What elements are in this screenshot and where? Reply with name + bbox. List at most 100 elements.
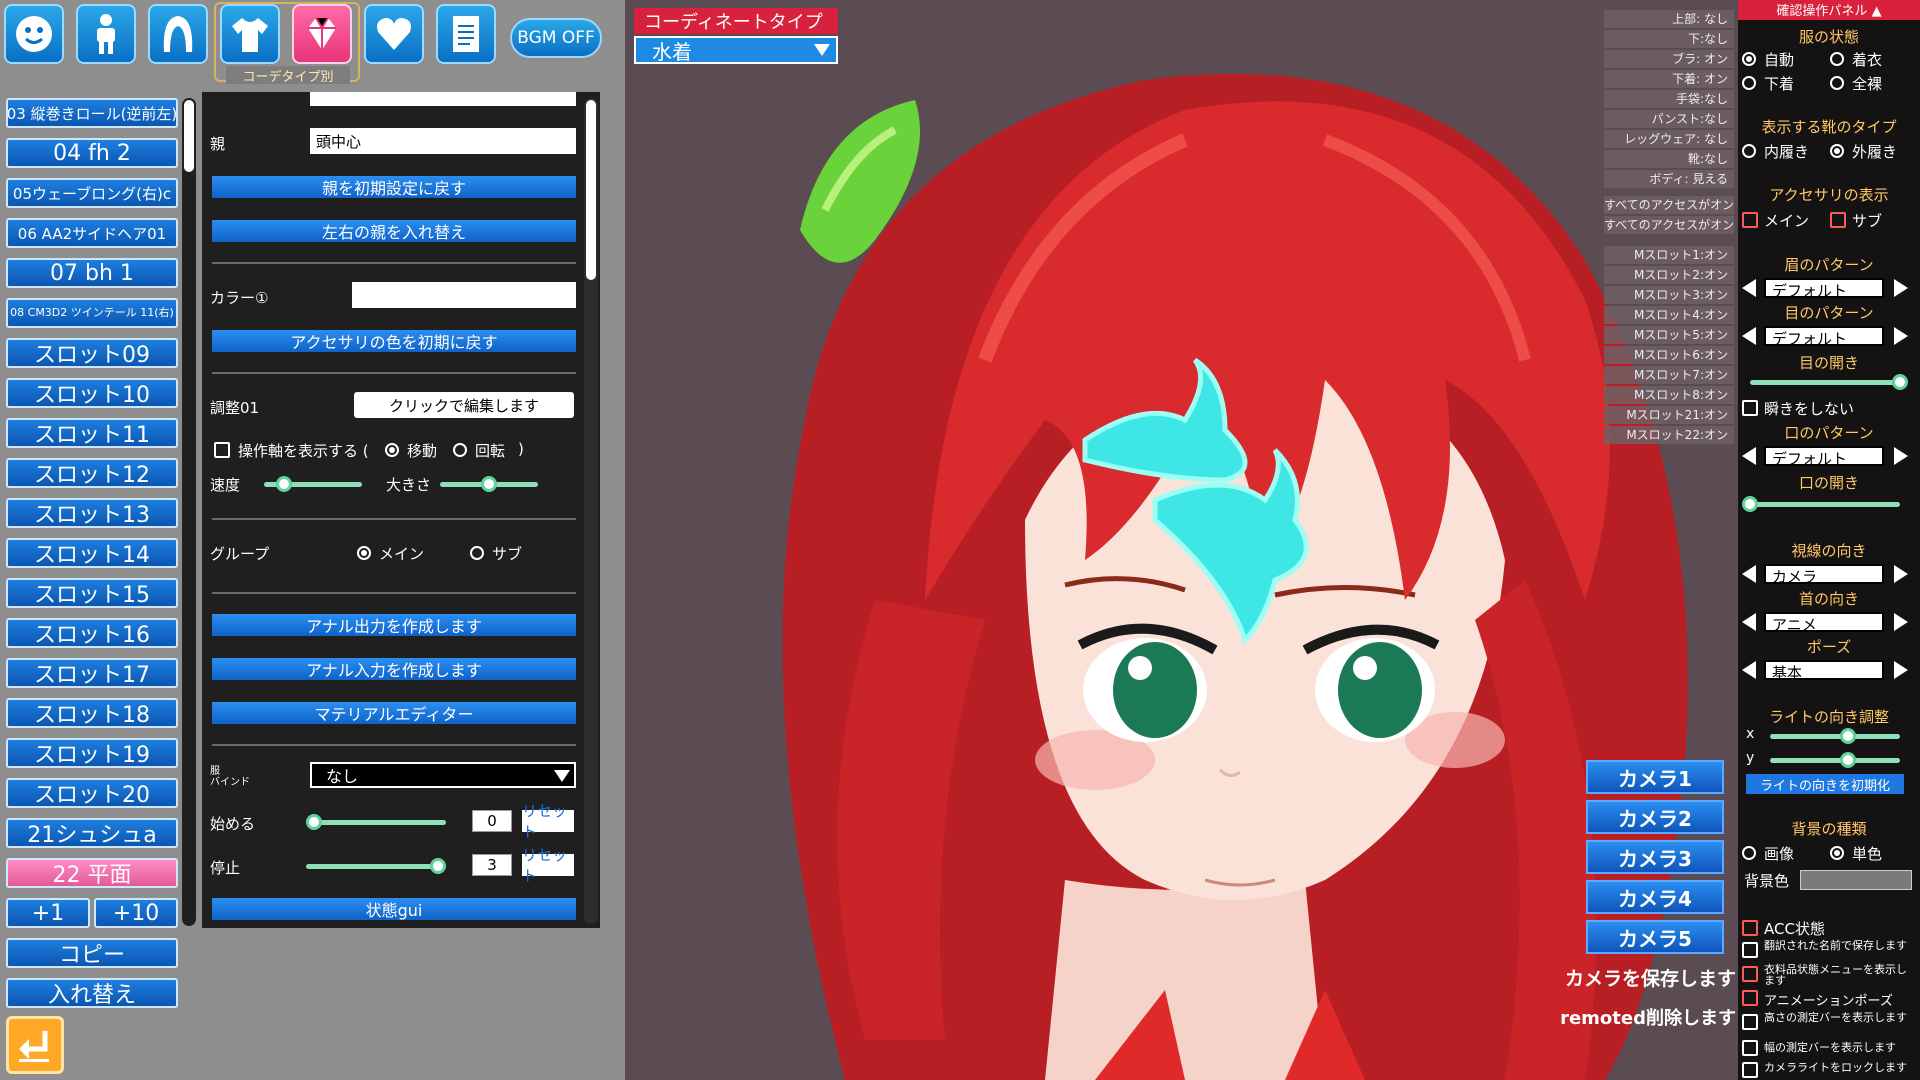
mouth-prev-icon[interactable]: [1742, 447, 1756, 465]
brow-prev-icon[interactable]: [1742, 279, 1756, 297]
camera-4-button[interactable]: カメラ4: [1586, 880, 1724, 914]
brow-next-icon[interactable]: [1894, 279, 1908, 297]
state-gui-button[interactable]: 状態gui: [212, 898, 576, 920]
rotate-radio[interactable]: [453, 443, 467, 457]
clothes-nude-radio[interactable]: [1830, 76, 1844, 90]
bg-color-swatch[interactable]: [1800, 870, 1912, 890]
slot-12[interactable]: スロット12: [6, 458, 178, 488]
slot-09[interactable]: スロット09: [6, 338, 178, 368]
neck-next-icon[interactable]: [1894, 613, 1908, 631]
swap-button[interactable]: 入れ替え: [6, 978, 178, 1008]
width-bar-checkbox[interactable]: [1742, 1040, 1758, 1056]
stop-reset-button[interactable]: リセット: [522, 846, 574, 885]
neck-prev-icon[interactable]: [1742, 613, 1756, 631]
create-anal-input-button[interactable]: アナル入力を作成します: [212, 658, 576, 680]
save-translated-name-checkbox[interactable]: [1742, 942, 1758, 958]
acc-main-checkbox[interactable]: [1742, 212, 1758, 228]
reset-parent-button[interactable]: 親を初期設定に戻す: [212, 176, 576, 198]
stop-slider-knob[interactable]: [430, 858, 446, 874]
panel-top-input-partial[interactable]: [310, 92, 576, 106]
outdoor-shoes-radio[interactable]: [1830, 144, 1844, 158]
coordinate-type-dropdown[interactable]: 水着: [634, 36, 838, 64]
light-x-slider-track[interactable]: [1770, 734, 1900, 739]
slot-list-scroll-thumb[interactable]: [184, 100, 194, 172]
material-editor-button[interactable]: マテリアルエディター: [212, 702, 576, 724]
gaze-next-icon[interactable]: [1894, 565, 1908, 583]
show-axis-checkbox[interactable]: [214, 442, 230, 458]
hair-category-button[interactable]: [148, 4, 208, 64]
animation-pose-checkbox[interactable]: [1742, 990, 1758, 1006]
stop-value[interactable]: 3: [472, 854, 512, 876]
eye-open-slider-track[interactable]: [1750, 380, 1900, 385]
acc-state-checkbox[interactable]: [1742, 920, 1758, 936]
move-radio[interactable]: [385, 443, 399, 457]
start-value[interactable]: 0: [472, 810, 512, 832]
slot-05[interactable]: 05ウェーブロング(右)c: [6, 178, 178, 208]
slot-04[interactable]: 04 fh 2: [6, 138, 178, 168]
swap-parent-button[interactable]: 左右の親を入れ替え: [212, 220, 576, 242]
favorite-category-button[interactable]: [364, 4, 424, 64]
no-blink-checkbox[interactable]: [1742, 400, 1758, 416]
remoted-delete-button[interactable]: remoted削除します: [1560, 1004, 1736, 1034]
bg-image-radio[interactable]: [1742, 846, 1756, 860]
color-swatch[interactable]: [352, 282, 576, 308]
slot-11[interactable]: スロット11: [6, 418, 178, 448]
slot-13[interactable]: スロット13: [6, 498, 178, 528]
slot-20[interactable]: スロット20: [6, 778, 178, 808]
lock-camera-light-checkbox[interactable]: [1742, 1062, 1758, 1078]
start-slider-knob[interactable]: [306, 814, 322, 830]
indoor-shoes-radio[interactable]: [1742, 144, 1756, 158]
slot-list-scrollbar[interactable]: [182, 98, 196, 926]
add-one-slot-button[interactable]: +1: [6, 898, 90, 928]
parent-field[interactable]: 頭中心: [310, 128, 576, 154]
slot-16[interactable]: スロット16: [6, 618, 178, 648]
copy-button[interactable]: コピー: [6, 938, 178, 968]
eye-prev-icon[interactable]: [1742, 327, 1756, 345]
slot-06[interactable]: 06 AA2サイドヘア01: [6, 218, 178, 248]
bgm-toggle-button[interactable]: BGM OFF: [510, 18, 602, 58]
slot-08[interactable]: 08 CM3D2 ツインテール 11(右): [6, 298, 178, 328]
stop-slider-track[interactable]: [306, 864, 446, 869]
document-category-button[interactable]: [436, 4, 496, 64]
group-sub-radio[interactable]: [470, 546, 484, 560]
mouth-open-slider-track[interactable]: [1750, 502, 1900, 507]
slot-19[interactable]: スロット19: [6, 738, 178, 768]
light-reset-button[interactable]: ライトの向きを初期化: [1746, 774, 1904, 794]
light-x-slider-knob[interactable]: [1840, 728, 1856, 744]
panel-scroll-thumb[interactable]: [586, 100, 596, 280]
light-y-slider-track[interactable]: [1770, 758, 1900, 763]
mouth-next-icon[interactable]: [1894, 447, 1908, 465]
slot-21[interactable]: 21シュシュa: [6, 818, 178, 848]
slot-03[interactable]: 03 縦巻きロール(逆前左): [6, 98, 178, 128]
adjust-edit-button[interactable]: クリックで編集します: [354, 392, 574, 418]
camera-3-button[interactable]: カメラ3: [1586, 840, 1724, 874]
bg-solid-radio[interactable]: [1830, 846, 1844, 860]
camera-1-button[interactable]: カメラ1: [1586, 760, 1724, 794]
back-button[interactable]: [6, 1016, 64, 1074]
group-main-radio[interactable]: [357, 546, 371, 560]
speed-slider-knob[interactable]: [275, 476, 292, 492]
create-anal-output-button[interactable]: アナル出力を作成します: [212, 614, 576, 636]
start-slider-track[interactable]: [314, 820, 446, 825]
acc-sub-checkbox[interactable]: [1830, 212, 1846, 228]
height-bar-checkbox[interactable]: [1742, 1014, 1758, 1030]
pose-prev-icon[interactable]: [1742, 661, 1756, 679]
slot-07[interactable]: 07 bh 1: [6, 258, 178, 288]
gaze-prev-icon[interactable]: [1742, 565, 1756, 583]
slot-22-selected[interactable]: 22 平面: [6, 858, 178, 888]
light-y-slider-knob[interactable]: [1840, 752, 1856, 768]
clothes-underwear-radio[interactable]: [1742, 76, 1756, 90]
reset-accessory-color-button[interactable]: アクセサリの色を初期に戻す: [212, 330, 576, 352]
face-category-button[interactable]: [4, 4, 64, 64]
clothes-auto-radio[interactable]: [1742, 52, 1756, 66]
add-ten-slot-button[interactable]: +10: [94, 898, 178, 928]
bind-dropdown[interactable]: なし: [310, 762, 576, 788]
slot-14[interactable]: スロット14: [6, 538, 178, 568]
size-slider-knob[interactable]: [481, 476, 497, 492]
mouth-open-slider-knob[interactable]: [1742, 496, 1758, 512]
slot-17[interactable]: スロット17: [6, 658, 178, 688]
slot-18[interactable]: スロット18: [6, 698, 178, 728]
pose-next-icon[interactable]: [1894, 661, 1908, 679]
save-camera-button[interactable]: カメラを保存します: [1560, 964, 1736, 994]
eye-open-slider-knob[interactable]: [1892, 374, 1908, 390]
